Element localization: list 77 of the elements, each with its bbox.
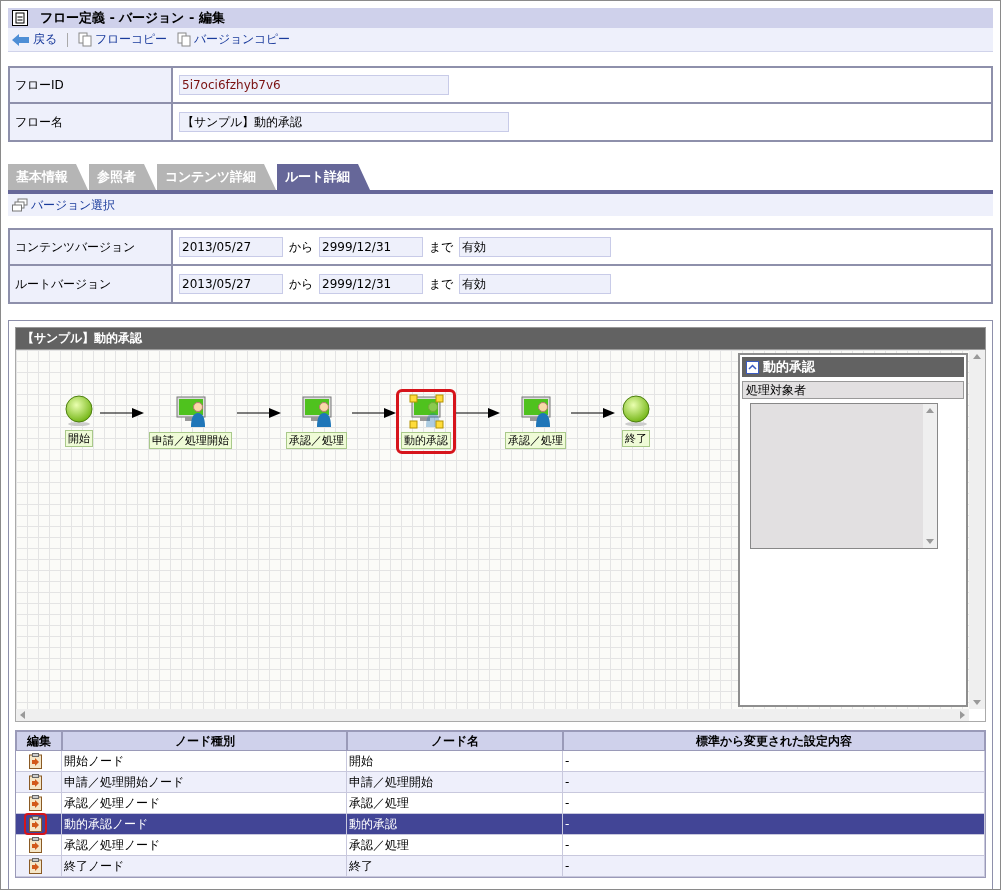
tab[interactable]: ルート詳細 [277,164,370,190]
table-cell: 開始 [347,751,563,772]
value-field: 5i7oci6fzhyb7v6 [179,75,449,95]
node-label: 開始 [65,430,93,447]
table-cell: 申請／処理開始 [347,772,563,793]
copy-icon [177,32,191,47]
connector-arrow [571,408,615,418]
clipboard-icon [12,10,28,26]
table-cell: 終了ノード [62,856,347,877]
field-label: ルートバージョン [10,266,173,302]
table-cell: - [563,751,985,772]
status-field: 有効 [459,274,611,294]
date-field: 2999/12/31 [319,237,423,257]
window-title: フロー定義 - バージョン - 編集 [40,9,225,27]
table-cell: 承認／処理 [347,835,563,856]
version-select-link[interactable]: バージョン選択 [12,196,115,214]
section-header: 処理対象者 [742,381,964,399]
scroll-left-icon[interactable] [20,711,25,719]
selected-user-monitor-icon[interactable] [406,394,446,430]
back-arrow-icon [12,33,30,46]
properties-title: 動的承認 [763,358,815,376]
field-label: フロー名 [10,104,173,140]
node-label: 終了 [622,430,650,447]
range-word: から [289,238,313,256]
status-field: 有効 [459,237,611,257]
table-cell: 申請／処理開始ノード [62,772,347,793]
circle-node-icon[interactable] [63,394,95,428]
connector-arrow [237,408,281,418]
scrollbar[interactable] [923,404,937,548]
date-field: 2013/05/27 [179,237,283,257]
range-word: まで [429,275,453,293]
table-cell: 終了 [347,856,563,877]
scroll-up-icon[interactable] [973,354,981,359]
node-label: 動的承認 [401,432,451,449]
range-word: まで [429,238,453,256]
date-field: 2999/12/31 [319,274,423,294]
table-cell: - [563,856,985,877]
table-cell: 承認／処理ノード [62,793,347,814]
copy-link[interactable]: フローコピー [78,31,167,48]
circle-node-icon[interactable] [620,394,652,428]
table-cell: 承認／処理 [347,793,563,814]
column-header: ノード種別 [62,731,347,751]
table-cell: - [563,814,985,835]
connector-arrow [352,408,396,418]
scroll-down-icon[interactable] [973,700,981,705]
value-field: 【サンプル】動的承認 [179,112,509,132]
node-label: 承認／処理 [286,432,347,449]
windows-icon [12,198,28,212]
column-header: 編集 [16,731,62,751]
table-cell: - [563,835,985,856]
column-header: ノード名 [347,731,563,751]
column-header: 標準から変更された設定内容 [563,731,985,751]
field-label: フローID [10,68,173,104]
collapse-icon[interactable] [746,360,759,374]
scrollbar[interactable] [16,709,969,721]
copy-link[interactable]: バージョンコピー [177,31,290,48]
field-label: コンテンツバージョン [10,230,173,266]
connector-arrow [456,408,500,418]
date-field: 2013/05/27 [179,274,283,294]
range-word: から [289,275,313,293]
list-box[interactable] [750,403,938,549]
scrollbar[interactable] [969,350,985,709]
scroll-right-icon[interactable] [960,711,965,719]
table-cell: 動的承認ノード [62,814,347,835]
copy-icon [78,32,92,47]
table-cell: 開始ノード [62,751,347,772]
connector-arrow [100,408,144,418]
table-cell: - [563,793,985,814]
back-link[interactable]: 戻る [12,31,57,48]
table-cell: 承認／処理ノード [62,835,347,856]
scroll-down-icon[interactable] [926,539,934,544]
node-label: 申請／処理開始 [149,432,232,449]
diagram-title: 【サンプル】動的承認 [15,327,986,350]
node-label: 承認／処理 [505,432,566,449]
scroll-up-icon[interactable] [926,408,934,413]
table-cell: - [563,772,985,793]
table-cell: 動的承認 [347,814,563,835]
